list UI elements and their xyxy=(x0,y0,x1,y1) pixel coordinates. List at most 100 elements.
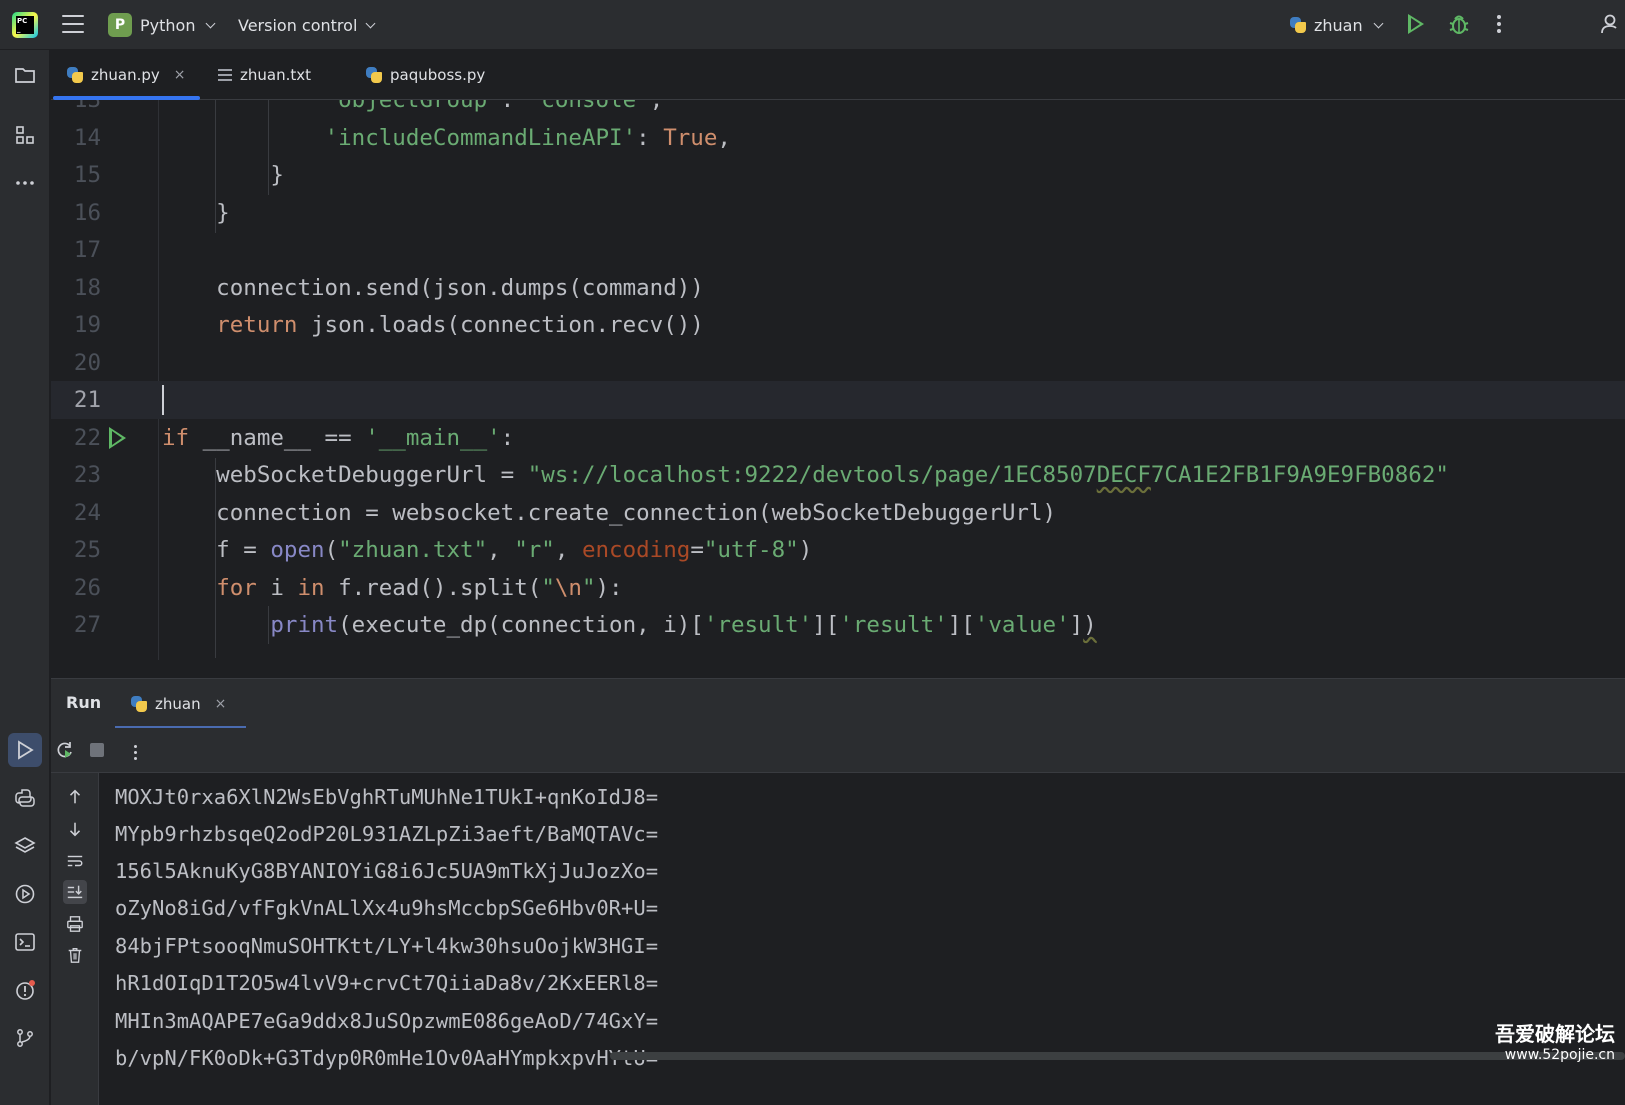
code-line: 13 'objectGroup': 'console', xyxy=(51,100,1625,119)
editor-tabs: zhuan.py × zhuan.txt paquboss.py xyxy=(51,50,1625,100)
console-line: b/vpN/FK0oDk+G3Tdyp0R0mHe1Ov0AaHYmpkxpvH… xyxy=(115,1046,659,1070)
problems-icon[interactable] xyxy=(8,973,42,1007)
line-number: 23 xyxy=(73,462,101,488)
terminal-icon[interactable] xyxy=(8,925,42,959)
code-line: 27 print(execute_dp(connection, i)['resu… xyxy=(51,606,1625,644)
services-icon[interactable] xyxy=(8,877,42,911)
code-line: 25 f = open("zhuan.txt", "r", encoding="… xyxy=(51,531,1625,569)
run-config-name: zhuan xyxy=(1314,15,1363,35)
line-number: 19 xyxy=(73,312,101,338)
line-number: 17 xyxy=(73,237,101,263)
line-number: 27 xyxy=(73,612,101,638)
code-line: 24 connection = websocket.create_connect… xyxy=(51,494,1625,532)
more-actions-icon[interactable] xyxy=(1497,15,1501,33)
console-line: hR1dOIqD1T2O5w4lvV9+crvCt7QiiaDa8v/2KxEE… xyxy=(115,971,659,995)
console-line: MYpb9rhzbsqeQ2odP20L931AZLpZi3aeft/BaMQT… xyxy=(115,822,659,846)
project-selector[interactable]: P Python xyxy=(108,11,216,39)
code-editor[interactable]: 13 'objectGroup': 'console', 14 'include… xyxy=(51,100,1625,678)
chevron-down-icon xyxy=(206,18,216,28)
scroll-up-arrow-icon[interactable] xyxy=(63,785,87,809)
scroll-down-arrow-icon[interactable] xyxy=(63,817,87,841)
python-file-icon xyxy=(366,67,382,83)
structure-icon[interactable] xyxy=(8,118,42,152)
chevron-down-icon xyxy=(1373,18,1384,28)
run-tab-zhuan[interactable]: zhuan × xyxy=(114,679,247,729)
close-tab-icon[interactable]: × xyxy=(215,696,227,712)
line-number: 24 xyxy=(73,500,101,526)
console-side-toolbar xyxy=(51,773,99,1105)
line-number: 26 xyxy=(73,575,101,601)
vcs-label: Version control xyxy=(238,15,358,35)
project-name: Python xyxy=(140,15,196,35)
scroll-to-end-icon[interactable] xyxy=(63,880,87,904)
rerun-icon[interactable] xyxy=(53,738,77,762)
watermark: 吾爱破解论坛 www.52pojie.cn xyxy=(1495,1018,1615,1063)
python-file-icon xyxy=(131,696,147,712)
more-options-icon[interactable] xyxy=(134,745,137,760)
tab-label: zhuan.py xyxy=(91,66,160,84)
more-tools-icon[interactable] xyxy=(8,166,42,200)
stop-icon[interactable] xyxy=(85,738,109,762)
chevron-down-icon xyxy=(365,18,376,28)
project-folder-icon[interactable] xyxy=(8,58,42,92)
debug-bug-icon[interactable] xyxy=(1448,12,1470,36)
code-line: 14 'includeCommandLineAPI': True, xyxy=(51,119,1625,157)
line-number: 15 xyxy=(73,162,101,188)
tab-zhuan-py[interactable]: zhuan.py × xyxy=(53,50,199,100)
title-bar: PC _ P Python Version control zhuan xyxy=(0,0,1625,50)
line-number: 13 xyxy=(73,100,101,113)
line-number: 14 xyxy=(73,125,101,151)
run-panel-title: Run xyxy=(66,693,102,712)
python-console-icon[interactable] xyxy=(8,781,42,815)
code-line: 23 webSocketDebuggerUrl = "ws://localhos… xyxy=(51,456,1625,494)
git-branch-icon[interactable] xyxy=(8,1021,42,1055)
tab-paquboss-py[interactable]: paquboss.py xyxy=(366,50,485,100)
line-number: 21 xyxy=(73,387,101,413)
pycharm-logo-icon: PC _ xyxy=(12,12,38,38)
run-icon[interactable] xyxy=(1408,14,1424,34)
code-line: 16 } xyxy=(51,194,1625,232)
current-code-line: 21 xyxy=(51,381,1625,419)
code-line: 20 xyxy=(51,344,1625,382)
tab-zhuan-txt[interactable]: zhuan.txt xyxy=(218,50,311,100)
code-line: 22 if __name__ == '__main__': xyxy=(51,419,1625,457)
run-panel-toolbar xyxy=(51,728,1625,773)
run-tab-label: zhuan xyxy=(155,695,201,713)
console-line: MHIn3mAQAPE7eGa9ddx8JuSOpzwmE086geAoD/74… xyxy=(115,1009,659,1033)
run-configuration-selector[interactable]: zhuan xyxy=(1290,11,1384,39)
gutter-run-icon[interactable] xyxy=(109,427,126,449)
print-icon[interactable] xyxy=(63,912,87,936)
watermark-line1: 吾爱破解论坛 xyxy=(1495,1022,1615,1046)
code-line: 18 connection.send(json.dumps(command)) xyxy=(51,269,1625,307)
run-panel-header: Run zhuan × xyxy=(51,678,1625,729)
left-tool-strip xyxy=(0,50,50,1105)
soft-wrap-icon[interactable] xyxy=(63,849,87,873)
console-line: MOXJt0rxa6XlN2WsEbVghRTuMUhNe1TUkI+qnKoI… xyxy=(115,785,659,809)
console-line: 84bjFPtsooqNmuSOHTKtt/LY+l4kw30hsuOojkW3… xyxy=(115,934,659,958)
tab-label: paquboss.py xyxy=(390,66,486,84)
close-tab-icon[interactable]: × xyxy=(174,67,186,83)
line-number: 22 xyxy=(73,425,101,451)
main-menu-icon[interactable] xyxy=(62,15,84,33)
text-caret xyxy=(162,385,164,415)
code-line: 15 } xyxy=(51,156,1625,194)
line-number: 16 xyxy=(73,200,101,226)
version-control-menu[interactable]: Version control xyxy=(238,11,376,39)
horizontal-scrollbar[interactable] xyxy=(610,1052,1625,1060)
console-line: 156l5AknuKyG8BYANIOYiG8i6Jc5UA9mTkXjJuJo… xyxy=(115,859,659,883)
code-line: 26 for i in f.read().split("\n"): xyxy=(51,569,1625,607)
line-number: 18 xyxy=(73,275,101,301)
python-file-icon xyxy=(1290,17,1306,33)
code-line: 19 return json.loads(connection.recv()) xyxy=(51,306,1625,344)
run-tool-icon[interactable] xyxy=(8,733,42,767)
line-number: 20 xyxy=(73,350,101,376)
python-file-icon xyxy=(67,67,83,83)
project-badge: P xyxy=(108,13,132,37)
layers-icon[interactable] xyxy=(8,829,42,863)
text-file-icon xyxy=(218,69,232,81)
watermark-line2: www.52pojie.cn xyxy=(1504,1047,1615,1063)
trash-icon[interactable] xyxy=(63,943,87,967)
add-user-icon[interactable] xyxy=(1600,12,1624,36)
code-line: 17 xyxy=(51,231,1625,269)
tab-label: zhuan.txt xyxy=(240,66,311,84)
